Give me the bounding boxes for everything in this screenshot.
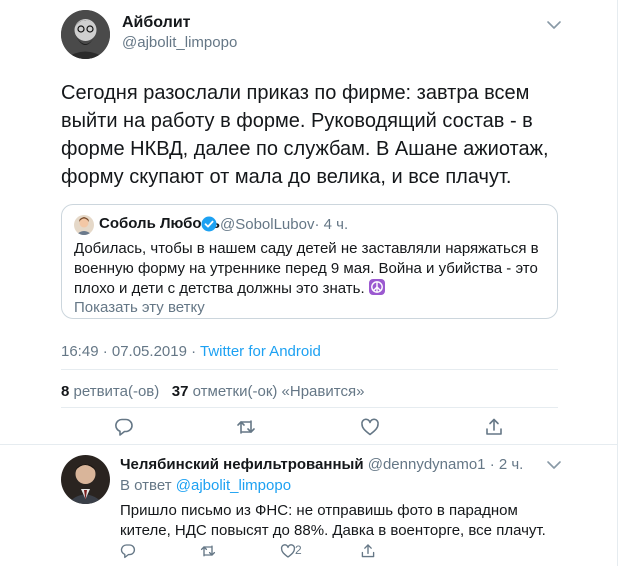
divider: [61, 369, 558, 370]
retweet-icon: [200, 545, 216, 557]
chevron-down-icon[interactable]: [546, 20, 562, 30]
reply-share-button[interactable]: [360, 543, 376, 559]
tweet-meta: 16:49 · 07.05.2019 · Twitter for Android: [61, 343, 321, 360]
quoted-time: · 4 ч.: [314, 216, 349, 233]
tweet-timestamp[interactable]: 16:49 · 07.05.2019 ·: [61, 343, 200, 360]
quoted-author-handle: @SobolLubov: [220, 216, 315, 233]
quoted-author-meta: @SobolLubov· 4 ч.: [220, 216, 348, 233]
divider: [61, 407, 558, 408]
reply-author-avatar[interactable]: [61, 455, 110, 504]
likes-label[interactable]: отметки(-ок) «Нравится»: [188, 383, 365, 400]
reply-like-button[interactable]: [280, 543, 296, 559]
reply-like-count[interactable]: 2: [295, 543, 302, 557]
like-icon: [280, 544, 296, 558]
verified-badge-icon: [201, 216, 217, 232]
divider: [0, 444, 617, 445]
retweet-icon: [237, 420, 255, 434]
quoted-text: Добилась, чтобы в нашем саду детей не за…: [74, 239, 544, 299]
tweet-detail: Айболит @ajbolit_limpopo Сегодня разосла…: [0, 0, 620, 566]
reply-to-handle[interactable]: @ajbolit_limpopo: [176, 477, 291, 494]
reply-author-name[interactable]: Челябинский нефильтрованный: [120, 456, 364, 473]
reply-icon: [120, 544, 136, 559]
retweet-button[interactable]: [236, 417, 256, 437]
retweets-label[interactable]: ретвита(-ов): [69, 383, 160, 400]
share-icon: [361, 544, 375, 558]
likes-count[interactable]: 37: [172, 383, 189, 400]
reply-header: Челябинский нефильтрованный @dennydynamo…: [120, 456, 523, 473]
author-name[interactable]: Айболит: [122, 14, 190, 32]
reply-button[interactable]: [114, 417, 134, 437]
reply-text: Пришло письмо из ФНС: не отправишь фото …: [120, 502, 546, 539]
peace-emoji-icon: [368, 279, 385, 295]
author-handle[interactable]: @ajbolit_limpopo: [122, 34, 237, 51]
reply-time[interactable]: · 2 ч.: [486, 456, 524, 473]
tweet-source-link[interactable]: Twitter for Android: [200, 343, 321, 360]
quoted-author-avatar: [74, 215, 94, 235]
reply-retweet-button[interactable]: [200, 543, 216, 559]
share-button[interactable]: [484, 417, 504, 437]
reply-prefix: В ответ: [120, 477, 176, 494]
chevron-down-icon[interactable]: [546, 460, 562, 470]
author-avatar[interactable]: [61, 10, 110, 59]
reply-context: В ответ @ajbolit_limpopo: [120, 477, 291, 494]
quoted-text-body: Добилась, чтобы в нашем саду детей не за…: [74, 240, 539, 297]
tweet-stats: 8 ретвита(-ов) 37 отметки(-ок) «Нравится…: [61, 383, 364, 400]
column-border: [617, 0, 618, 566]
share-icon: [486, 418, 502, 435]
like-button[interactable]: [360, 417, 380, 437]
show-thread-link[interactable]: Показать эту ветку: [74, 299, 205, 316]
tweet-text: Сегодня разослали приказ по фирме: завтр…: [61, 82, 549, 188]
reply-reply-button[interactable]: [120, 543, 136, 559]
reply-icon: [115, 418, 133, 436]
quoted-tweet[interactable]: Соболь Любовь @SobolLubov· 4 ч. Добилась…: [61, 204, 558, 319]
reply-author-handle[interactable]: @dennydynamo1: [368, 456, 486, 473]
like-icon: [361, 418, 379, 436]
